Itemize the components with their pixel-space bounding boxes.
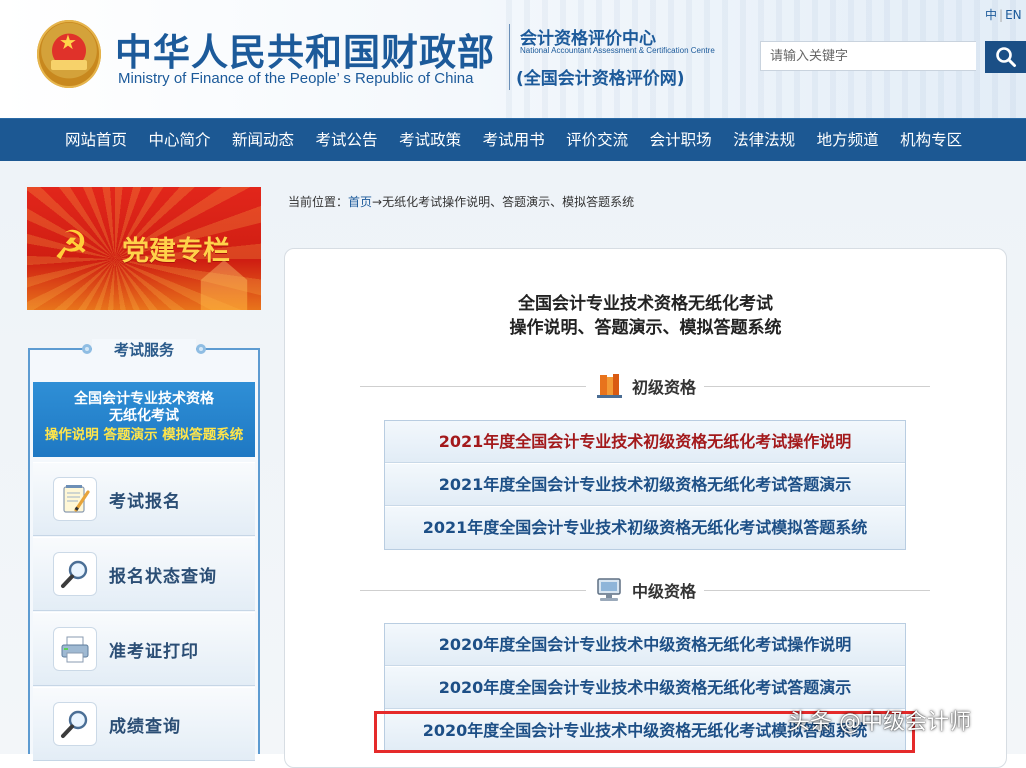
search-box [760,41,1026,73]
service-admission-ticket[interactable]: 准考证打印 [33,612,255,686]
nav-item-law[interactable]: 法律法规 [722,119,806,161]
page-title: 全国会计专业技术资格无纸化考试 操作说明、答题演示、模拟答题系统 [284,292,1007,340]
breadcrumb-prefix: 当前位置： [288,195,349,209]
site-header: ★ 中华人民共和国财政部 Ministry of Finance of the … [0,0,1026,118]
computer-icon [594,575,624,605]
page-title-line-2: 操作说明、答题演示、模拟答题系统 [509,318,782,338]
promo-line-2: 无纸化考试 [109,408,179,424]
language-switch: 中 | EN [985,6,1022,23]
nav-item-books[interactable]: 考试用书 [472,119,556,161]
hammer-sickle-icon: ☭ [53,223,89,269]
dot-icon [81,344,92,354]
link-junior-mock-system[interactable]: 2021年度全国会计专业技术初级资格无纸化考试模拟答题系统 [385,507,905,549]
promo-line-3: 操作说明 答题演示 模拟答题系统 [44,427,244,443]
nav-item-announcements[interactable]: 考试公告 [305,119,389,161]
paperless-exam-promo[interactable]: 全国会计专业技术资格 无纸化考试 操作说明 答题演示 模拟答题系统 [33,382,255,457]
link-junior-answer-demo[interactable]: 2021年度全国会计专业技术初级资格无纸化考试答题演示 [385,464,905,507]
section-title: 初级资格 [631,378,696,397]
service-score-query[interactable]: 成绩查询 [33,687,255,761]
header-divider [509,24,510,90]
main-nav: 网站首页 中心简介 新闻动态 考试公告 考试政策 考试用书 评价交流 会计职场 … [0,118,1026,161]
exam-service-header: 考试服务 [28,336,260,362]
page-title-line-1: 全国会计专业技术资格无纸化考试 [518,294,773,314]
notepad-pencil-icon [53,477,97,521]
ministry-name-en: Ministry of Finance of the People’ s Rep… [118,70,474,87]
service-label: 成绩查询 [109,716,181,737]
printer-icon [53,627,97,671]
nav-item-exchange[interactable]: 评价交流 [555,119,639,161]
section-title: 中级资格 [631,582,696,601]
link-intermediate-operation-guide[interactable]: 2020年度全国会计专业技术中级资格无纸化考试操作说明 [385,624,905,667]
party-banner-title: 党建专栏 [122,236,230,267]
dot-icon [196,344,206,354]
lang-separator: | [999,8,1004,22]
nav-item-institutions[interactable]: 机构专区 [889,119,973,161]
search-icon [995,47,1016,67]
service-registration-status[interactable]: 报名状态查询 [33,537,255,611]
service-label: 准考证打印 [109,641,199,662]
books-icon [594,371,624,401]
section-intermediate: 中级资格 [360,573,930,607]
section-junior: 初级资格 [360,369,930,403]
magnifier-icon [53,702,97,746]
breadcrumb-home-link[interactable]: 首页 [348,195,372,209]
breadcrumb-current: →无纸化考试操作说明、答题演示、模拟答题系统 [372,195,635,209]
nav-item-policy[interactable]: 考试政策 [388,119,472,161]
service-exam-registration[interactable]: 考试报名 [33,462,255,536]
party-building-banner[interactable]: ☭ 党建专栏 [27,187,261,310]
nav-item-local[interactable]: 地方频道 [806,119,890,161]
nav-item-news[interactable]: 新闻动态 [221,119,305,161]
watermark: 头条 @中级会计师 [788,710,971,735]
nav-item-career[interactable]: 会计职场 [639,119,723,161]
breadcrumb: 当前位置：首页→无纸化考试操作说明、答题演示、模拟答题系统 [288,193,634,210]
center-site-name: (全国会计资格评价网) [516,69,685,89]
link-junior-operation-guide[interactable]: 2021年度全国会计专业技术初级资格无纸化考试操作说明 [385,421,905,464]
search-input[interactable] [760,41,976,71]
service-label: 考试报名 [109,491,181,512]
promo-line-1: 全国会计专业技术资格 [74,391,214,407]
magnifier-icon [53,552,97,596]
search-button[interactable] [985,41,1026,73]
center-name-en: National Accountant Assessment & Certifi… [520,46,715,55]
junior-link-list: 2021年度全国会计专业技术初级资格无纸化考试操作说明 2021年度全国会计专业… [384,420,906,550]
national-emblem-icon: ★ [37,20,101,88]
lang-cn-link[interactable]: 中 [985,8,997,22]
exam-service-title: 考试服务 [91,338,196,360]
nav-item-about[interactable]: 中心简介 [138,119,222,161]
nav-item-home[interactable]: 网站首页 [54,119,138,161]
lang-en-link[interactable]: EN [1005,8,1022,22]
ministry-name-cn: 中华人民共和国财政部 [115,31,495,74]
service-label: 报名状态查询 [109,566,217,587]
